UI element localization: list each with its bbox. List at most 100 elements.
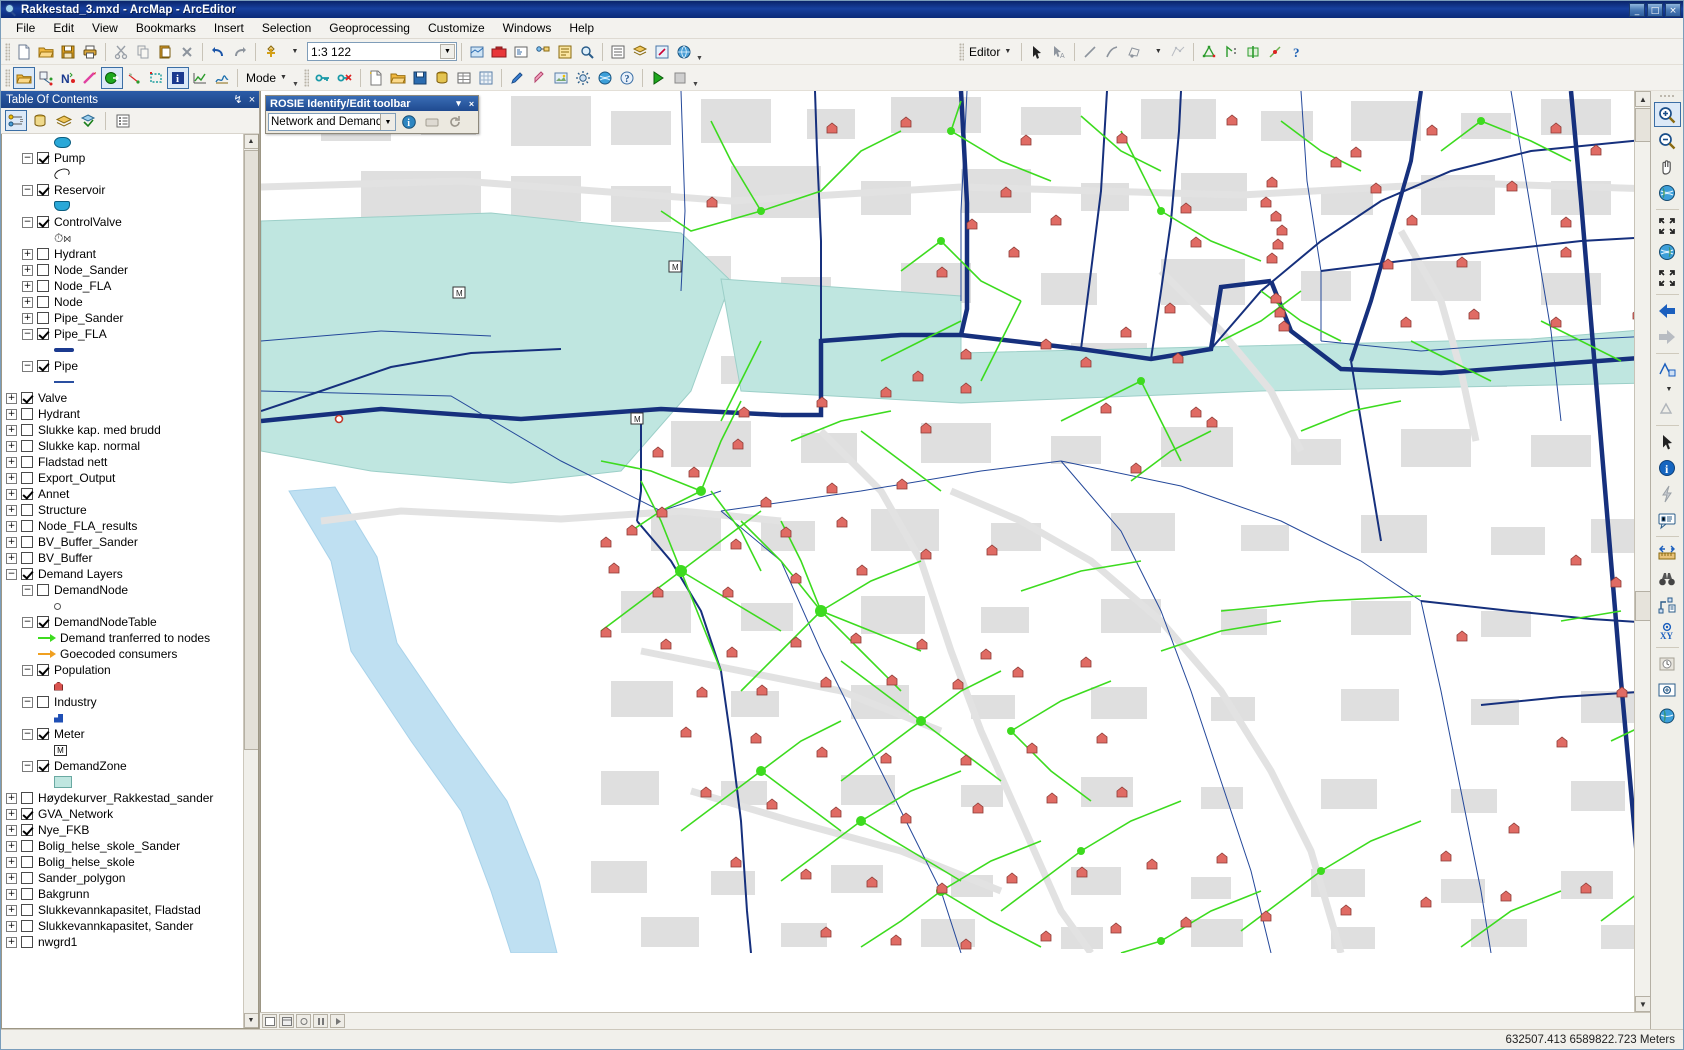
profile-tool-icon[interactable] bbox=[211, 67, 233, 89]
zoom-out-icon[interactable] bbox=[1654, 128, 1681, 153]
toc-layer-item[interactable]: − Demand Layers bbox=[2, 566, 243, 582]
menu-file[interactable]: File bbox=[7, 19, 44, 37]
expand-icon[interactable]: + bbox=[6, 936, 17, 948]
layers-icon[interactable] bbox=[629, 41, 651, 63]
save-as-icon[interactable] bbox=[409, 67, 431, 89]
menu-help[interactable]: Help bbox=[560, 19, 603, 37]
rosie-toolbar-overflow[interactable]: ▼ bbox=[291, 68, 300, 88]
toc-layer-item[interactable]: + Export_Output bbox=[2, 470, 243, 486]
toc-layer-item[interactable]: − Meter bbox=[2, 726, 243, 742]
expand-icon[interactable]: + bbox=[22, 312, 33, 324]
expand-icon[interactable]: + bbox=[6, 824, 17, 836]
toc-layer-item[interactable]: − DemandNodeTable bbox=[2, 614, 243, 630]
catalog-icon[interactable] bbox=[554, 41, 576, 63]
expand-icon[interactable]: + bbox=[6, 472, 17, 484]
scroll-up-button[interactable]: ▲ bbox=[243, 134, 258, 149]
collapse-icon[interactable]: − bbox=[22, 360, 33, 372]
expand-icon[interactable]: + bbox=[6, 520, 17, 532]
create-viewer-window-icon[interactable] bbox=[1654, 677, 1681, 702]
toc-layer-item[interactable]: − ControlValve bbox=[2, 214, 243, 230]
toc-layer-item[interactable]: + Fladstad nett bbox=[2, 454, 243, 470]
layer-visibility-checkbox[interactable] bbox=[21, 504, 33, 516]
endpoint-arc-icon[interactable] bbox=[1101, 41, 1123, 63]
edit-attributes-icon[interactable] bbox=[421, 113, 442, 132]
select-features-icon[interactable] bbox=[1654, 357, 1681, 382]
new-file-icon[interactable] bbox=[365, 67, 387, 89]
settings-icon[interactable] bbox=[572, 67, 594, 89]
toc-layer-item[interactable]: + Bakgrunn bbox=[2, 886, 243, 902]
toolbar-grip[interactable] bbox=[5, 42, 10, 61]
expand-icon[interactable]: + bbox=[22, 264, 33, 276]
globe-icon[interactable] bbox=[594, 67, 616, 89]
collapse-icon[interactable]: − bbox=[22, 616, 33, 628]
select-dropdown-icon[interactable]: ▼ bbox=[1654, 383, 1681, 395]
paste-icon[interactable] bbox=[154, 41, 176, 63]
stop-icon[interactable] bbox=[669, 67, 691, 89]
toc-layer-item[interactable]: + Hydrant bbox=[2, 406, 243, 422]
toc-layer-item[interactable]: − DemandNode bbox=[2, 582, 243, 598]
menu-edit[interactable]: Edit bbox=[44, 19, 83, 37]
tools-palette-grip[interactable] bbox=[1659, 94, 1675, 99]
toc-legend-item[interactable]: Goecoded consumers bbox=[2, 646, 243, 662]
layer-visibility-checkbox[interactable] bbox=[21, 520, 33, 532]
split-icon[interactable] bbox=[1264, 41, 1286, 63]
database-icon[interactable] bbox=[431, 67, 453, 89]
layer-selector-combo[interactable]: Network and Demand layer ▼ bbox=[268, 113, 396, 131]
map-scale-refresh-icon[interactable] bbox=[466, 41, 488, 63]
menu-bookmarks[interactable]: Bookmarks bbox=[127, 19, 205, 37]
expand-icon[interactable]: + bbox=[6, 504, 17, 516]
expand-icon[interactable]: + bbox=[6, 456, 17, 468]
toc-layer-item[interactable]: − Reservoir bbox=[2, 182, 243, 198]
toc-vertical-scrollbar[interactable]: ▲ ▼ bbox=[243, 134, 258, 1028]
toc-layer-item[interactable]: + Slukkevannkapasitet, Fladstad bbox=[2, 902, 243, 918]
expand-icon[interactable]: + bbox=[6, 872, 17, 884]
layer-visibility-checkbox[interactable] bbox=[37, 760, 49, 772]
toc-layer-item[interactable]: + nwgrd1 bbox=[2, 934, 243, 950]
toc-scroll-thumb[interactable] bbox=[244, 150, 258, 750]
select-elements-icon[interactable] bbox=[1654, 429, 1681, 454]
layer-visibility-checkbox[interactable] bbox=[21, 872, 33, 884]
toc-layer-item[interactable]: + Hydrant bbox=[2, 246, 243, 262]
toolbox-icon[interactable] bbox=[488, 41, 510, 63]
add-data-dropdown[interactable]: ▼ bbox=[282, 41, 304, 63]
map-vscroll-thumb[interactable] bbox=[1635, 108, 1650, 142]
menu-selection[interactable]: Selection bbox=[253, 19, 320, 37]
toc-layer-item[interactable]: + Node_FLA bbox=[2, 278, 243, 294]
go-forward-extent-icon[interactable] bbox=[1654, 324, 1681, 349]
toc-layer-item[interactable]: − Pipe_FLA bbox=[2, 326, 243, 342]
go-back-extent-icon[interactable] bbox=[1654, 298, 1681, 323]
editor-menu-button[interactable]: Editor ▼ bbox=[967, 45, 1017, 59]
expand-icon[interactable]: + bbox=[6, 488, 17, 500]
toc-layer-item[interactable]: + GVA_Network bbox=[2, 806, 243, 822]
find-route-icon[interactable] bbox=[1654, 592, 1681, 617]
straight-segment-icon[interactable] bbox=[1079, 41, 1101, 63]
clear-selection-icon[interactable] bbox=[1654, 396, 1681, 421]
key-icon[interactable] bbox=[312, 67, 334, 89]
expand-icon[interactable]: + bbox=[22, 248, 33, 260]
rosie-toolbar-grip[interactable] bbox=[5, 68, 10, 87]
expand-icon[interactable]: + bbox=[6, 408, 17, 420]
layer-visibility-checkbox[interactable] bbox=[37, 616, 49, 628]
zone-tool-icon[interactable] bbox=[145, 67, 167, 89]
globe-extent-icon[interactable] bbox=[1654, 239, 1681, 264]
toc-layer-item[interactable]: + Node_FLA_results bbox=[2, 518, 243, 534]
collapse-icon[interactable]: − bbox=[22, 664, 33, 676]
menu-geoprocessing[interactable]: Geoprocessing bbox=[320, 19, 419, 37]
cut-polygons-icon[interactable] bbox=[1242, 41, 1264, 63]
layer-visibility-checkbox[interactable] bbox=[37, 584, 49, 596]
toc-legend-item[interactable]: Demand tranferred to nodes bbox=[2, 630, 243, 646]
layer-visibility-checkbox[interactable] bbox=[37, 360, 49, 372]
editor-help-icon[interactable]: ? bbox=[1286, 41, 1308, 63]
chevron-down-icon[interactable]: ▼ bbox=[380, 114, 395, 130]
redo-icon[interactable] bbox=[229, 41, 251, 63]
marker-icon[interactable] bbox=[528, 67, 550, 89]
layer-visibility-checkbox[interactable] bbox=[37, 184, 49, 196]
toc-layer-item[interactable]: + Nye_FKB bbox=[2, 822, 243, 838]
map-vertical-scrollbar[interactable]: ▲ ▼ bbox=[1634, 91, 1650, 1012]
expand-icon[interactable]: + bbox=[6, 856, 17, 868]
go-to-xy-icon[interactable]: XY bbox=[1654, 618, 1681, 643]
collapse-icon[interactable]: − bbox=[22, 328, 33, 340]
expand-icon[interactable]: + bbox=[6, 920, 17, 932]
expand-icon[interactable]: + bbox=[6, 440, 17, 452]
layer-visibility-checkbox[interactable] bbox=[37, 728, 49, 740]
